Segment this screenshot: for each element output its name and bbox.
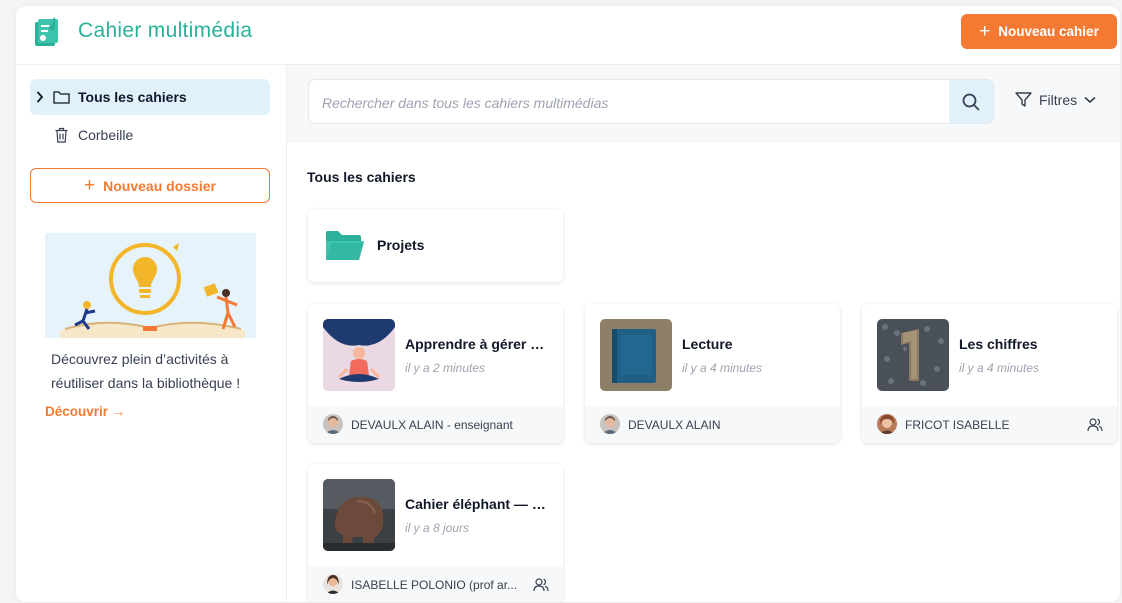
notebook-thumbnail bbox=[877, 319, 949, 391]
notebook-title: Cahier éléphant — C... bbox=[405, 496, 549, 512]
notebook-title: Apprendre à gérer s... bbox=[405, 336, 549, 352]
notebook-timestamp: il y a 4 minutes bbox=[682, 361, 763, 375]
new-notebook-button[interactable]: + Nouveau cahier bbox=[961, 14, 1117, 49]
notebook-title: Lecture bbox=[682, 336, 733, 352]
sidebar-item-trash[interactable]: Corbeille bbox=[30, 117, 270, 153]
library-illustration bbox=[45, 233, 256, 338]
app-logo-icon bbox=[35, 17, 58, 46]
sidebar-item-label: Tous les cahiers bbox=[78, 89, 187, 105]
search-bar-area: Filtres bbox=[287, 65, 1120, 143]
chevron-right-icon[interactable] bbox=[36, 90, 44, 104]
avatar bbox=[600, 414, 620, 434]
sidebar-item-all-notebooks[interactable]: Tous les cahiers bbox=[30, 79, 270, 115]
promo-text: Découvrez plein d’activités à réutiliser… bbox=[51, 351, 241, 391]
app-title: Cahier multimédia bbox=[78, 19, 253, 42]
folder-card-projets[interactable]: Projets bbox=[308, 209, 563, 282]
section-title: Tous les cahiers bbox=[307, 169, 416, 185]
folder-name: Projets bbox=[377, 237, 425, 253]
notebook-card[interactable]: Cahier éléphant — C... il y a 8 jours IS… bbox=[308, 464, 563, 602]
notebook-card[interactable]: Apprendre à gérer s... il y a 2 minutes … bbox=[308, 304, 563, 443]
chevron-down-icon bbox=[1084, 96, 1096, 103]
arrow-right-icon: → bbox=[111, 404, 126, 419]
avatar bbox=[323, 414, 343, 434]
notebook-author: DEVAULX ALAIN - enseignant bbox=[351, 418, 513, 432]
discover-link-label: Découvrir bbox=[45, 404, 109, 419]
notebook-footer: DEVAULX ALAIN - enseignant bbox=[308, 406, 563, 443]
notebook-card[interactable]: Lecture il y a 4 minutes DEVAULX ALAIN bbox=[585, 304, 840, 443]
notebook-timestamp: il y a 4 minutes bbox=[959, 361, 1040, 375]
notebook-author: DEVAULX ALAIN bbox=[628, 418, 721, 432]
shared-users-icon bbox=[1087, 418, 1103, 432]
new-folder-label: Nouveau dossier bbox=[103, 177, 216, 194]
discover-link[interactable]: Découvrir → bbox=[45, 404, 125, 419]
notebook-timestamp: il y a 2 minutes bbox=[405, 361, 486, 375]
main-content: Filtres Tous les cahiers Projets bbox=[287, 65, 1120, 602]
folder-open-icon bbox=[326, 231, 364, 260]
filter-icon bbox=[1015, 92, 1032, 107]
search-input[interactable] bbox=[309, 80, 944, 123]
filters-dropdown[interactable]: Filtres bbox=[1015, 91, 1096, 108]
folder-icon bbox=[53, 91, 70, 104]
trash-icon bbox=[55, 127, 68, 143]
sidebar: Tous les cahiers Corbeille + Nouveau dos… bbox=[16, 65, 287, 602]
notebook-title: Les chiffres bbox=[959, 336, 1038, 352]
avatar bbox=[877, 414, 897, 434]
notebook-footer: ISABELLE POLONIO (prof ar... bbox=[308, 566, 563, 602]
new-folder-button[interactable]: + Nouveau dossier bbox=[30, 168, 270, 203]
shared-users-icon bbox=[533, 578, 549, 592]
header: Cahier multimédia + Nouveau cahier bbox=[16, 6, 1120, 65]
search-button[interactable] bbox=[949, 80, 993, 123]
search-icon bbox=[962, 93, 980, 111]
notebook-card[interactable]: Les chiffres il y a 4 minutes FRICOT ISA… bbox=[862, 304, 1117, 443]
filters-label: Filtres bbox=[1039, 91, 1078, 108]
notebook-author: ISABELLE POLONIO (prof ar... bbox=[351, 578, 518, 592]
search-box bbox=[308, 79, 994, 124]
plus-icon: + bbox=[979, 21, 991, 42]
notebook-thumbnail bbox=[323, 319, 395, 391]
new-notebook-label: Nouveau cahier bbox=[998, 24, 1099, 39]
notebook-timestamp: il y a 8 jours bbox=[405, 521, 470, 535]
avatar bbox=[323, 574, 343, 594]
notebook-author: FRICOT ISABELLE bbox=[905, 418, 1010, 432]
notebook-footer: DEVAULX ALAIN bbox=[585, 406, 840, 443]
notebook-thumbnail bbox=[600, 319, 672, 391]
app-window: Cahier multimédia + Nouveau cahier Tous … bbox=[16, 6, 1120, 602]
notebook-footer: FRICOT ISABELLE bbox=[862, 406, 1117, 443]
notebook-thumbnail bbox=[323, 479, 395, 551]
sidebar-item-label: Corbeille bbox=[78, 127, 134, 143]
plus-icon: + bbox=[84, 175, 96, 196]
